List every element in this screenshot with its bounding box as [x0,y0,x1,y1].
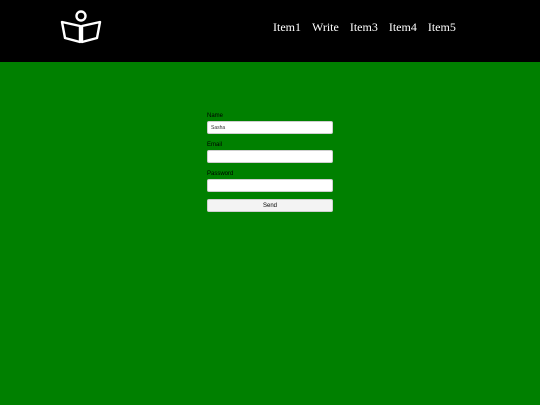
password-label: Password [207,171,234,177]
name-label: Name [207,113,224,119]
nav-item-5[interactable]: Item5 [428,20,456,35]
nav-item-write[interactable]: Write [312,20,339,35]
send-button[interactable]: Send [207,199,333,212]
main-nav: Item1 Write Item3 Item4 Item5 [273,20,456,35]
name-field[interactable] [207,121,333,134]
email-field[interactable] [207,150,333,163]
email-label: Email [207,142,223,148]
nav-item-3[interactable]: Item3 [350,20,378,35]
password-field[interactable] [207,179,333,192]
open-book-reader-icon[interactable] [60,10,102,44]
main-content: Name Email Password Send [0,62,540,405]
contact-form: Name Email Password Send [207,112,333,212]
nav-item-4[interactable]: Item4 [389,20,417,35]
nav-item-1[interactable]: Item1 [273,20,301,35]
site-header: Item1 Write Item3 Item4 Item5 [0,0,540,62]
